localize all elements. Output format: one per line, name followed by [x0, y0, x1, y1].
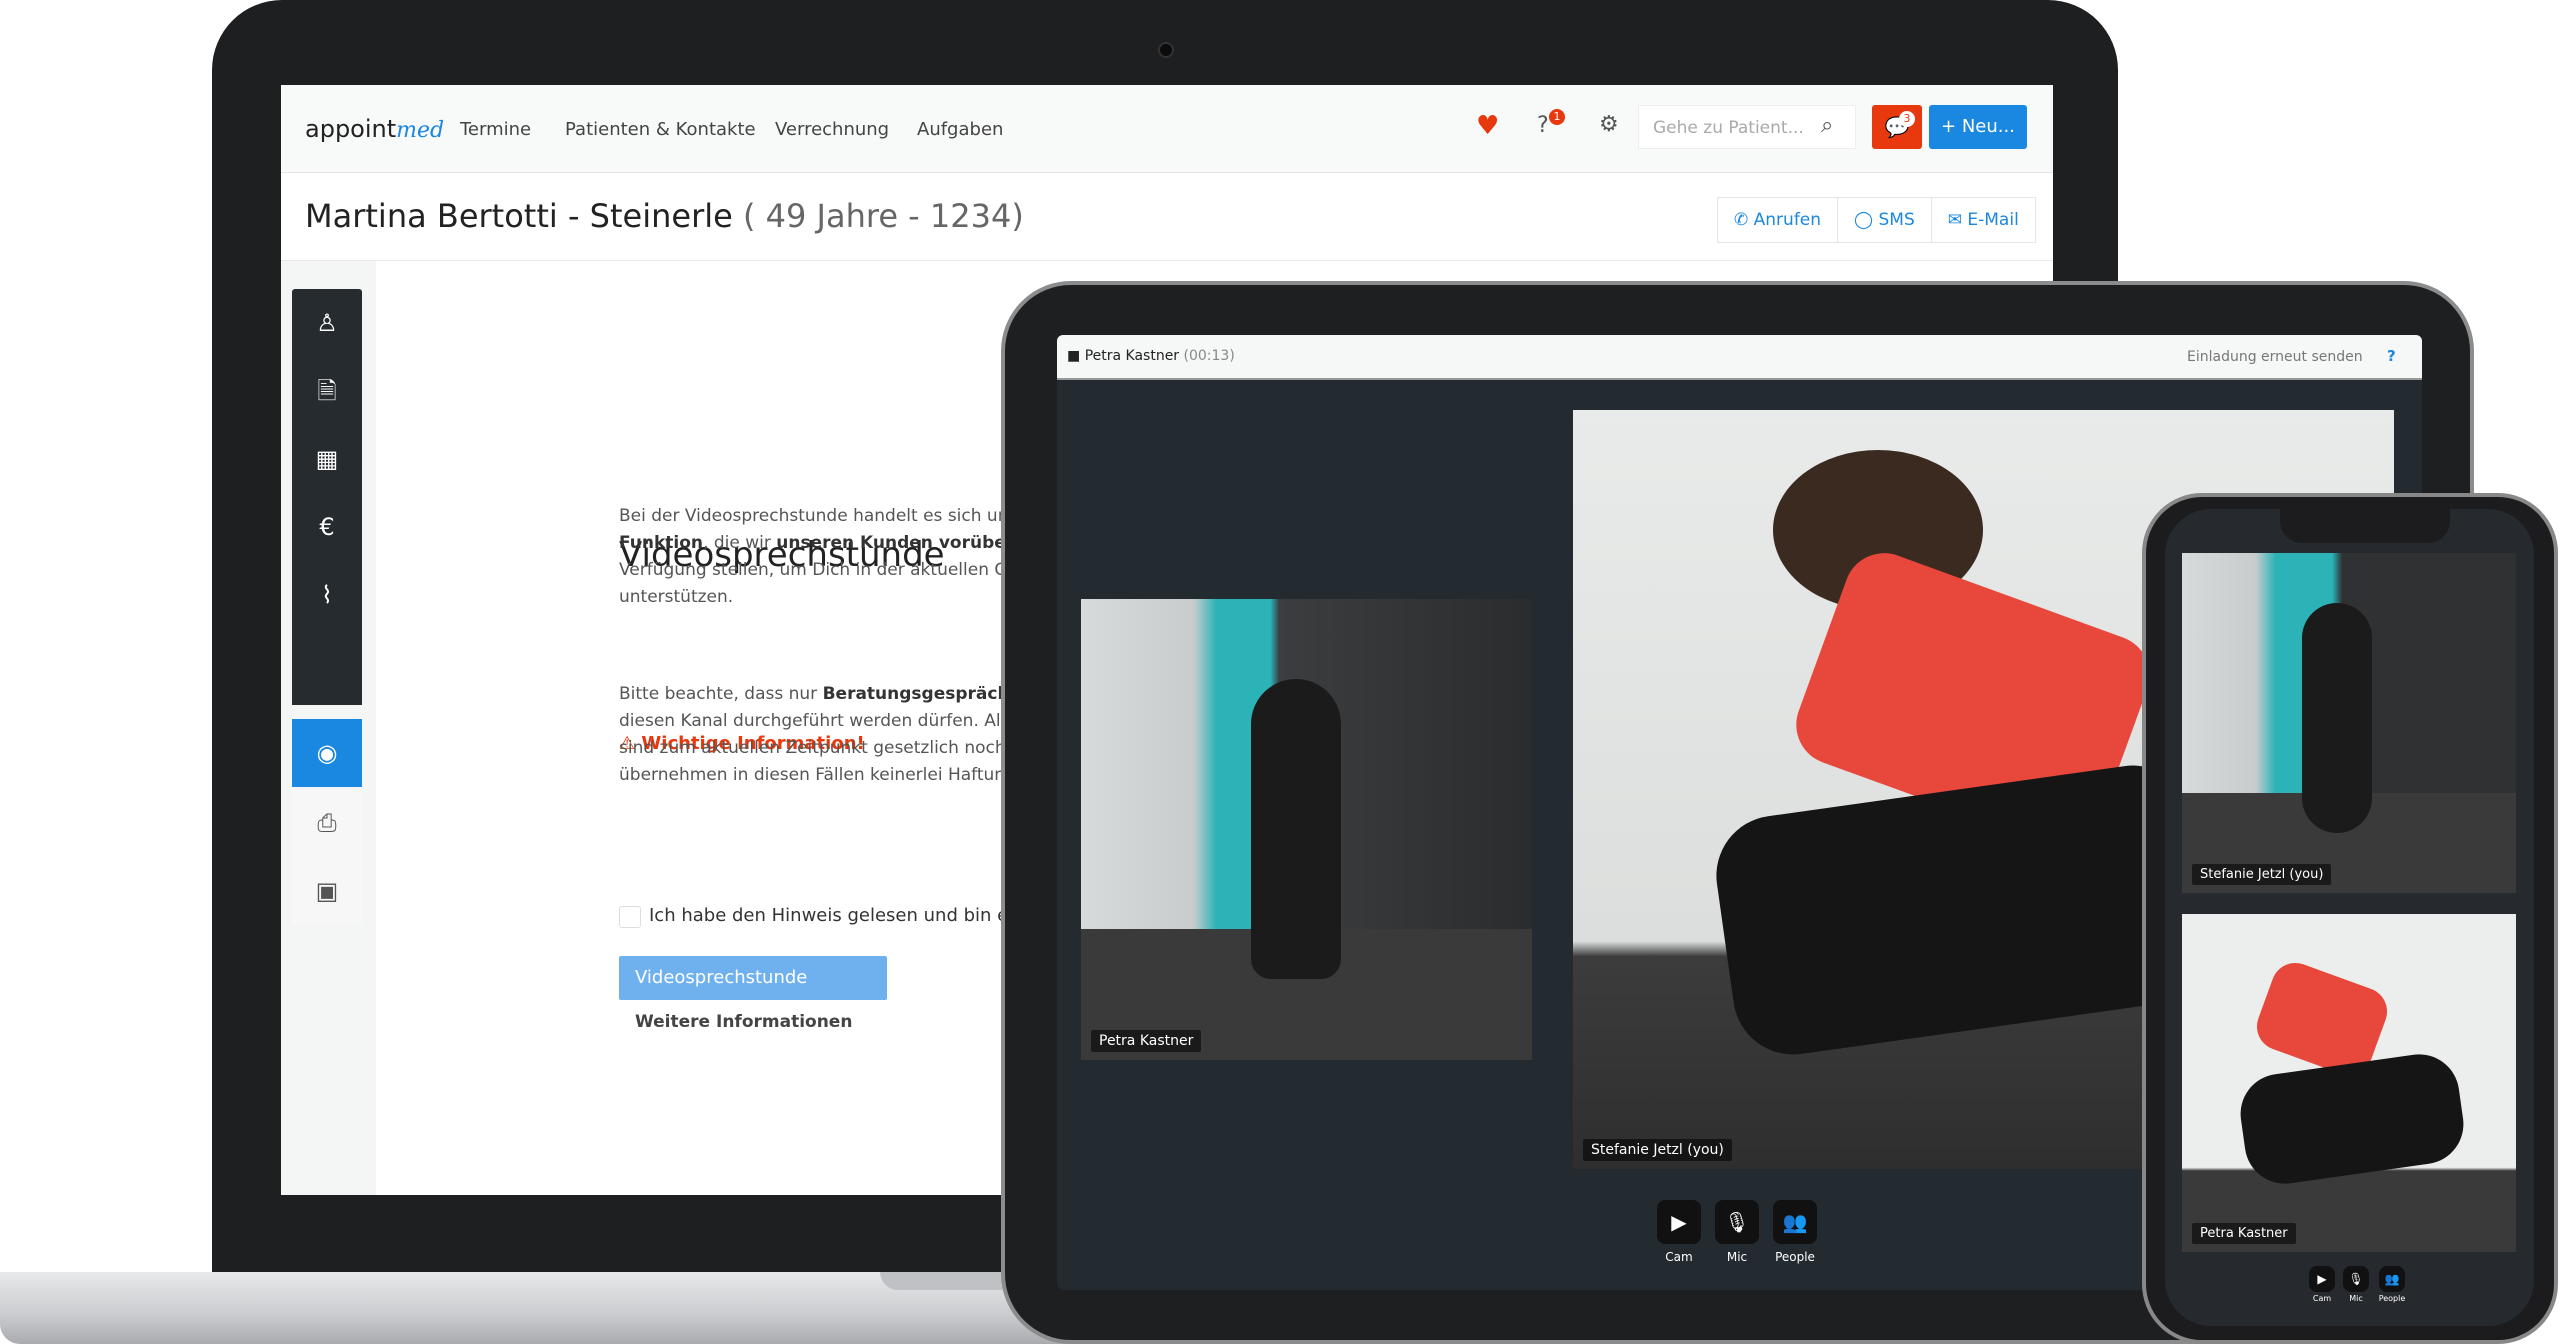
search-icon[interactable]: ⌕ — [1821, 113, 1833, 138]
call-header: ■ Petra Kastner (00:13) Einladung erneut… — [1057, 335, 2422, 380]
person-silhouette — [2302, 603, 2372, 833]
people-icon: 👥 — [1773, 1200, 1817, 1244]
patient-meta: ( 49 Jahre - 1234) — [742, 197, 1024, 235]
nav-termine[interactable]: Termine — [460, 119, 531, 140]
laptop-camera — [1158, 42, 1174, 58]
sms-label: SMS — [1878, 210, 1915, 230]
help-icon[interactable]: ? — [1537, 113, 1549, 138]
paperclip-icon[interactable]: ⌇ — [292, 561, 362, 629]
microphone-icon: 🎙 — [2343, 1266, 2369, 1292]
page-title: Martina Bertotti - Steinerle ( 49 Jahre … — [305, 197, 1024, 235]
notify-badge: 3 — [1899, 111, 1915, 127]
start-video-button[interactable]: Videosprechstunde starten... — [619, 956, 887, 1032]
email-label: E-Mail — [1967, 210, 2019, 230]
caller-name: Petra Kastner — [1084, 348, 1180, 364]
video-label: Petra Kastner — [1091, 1030, 1202, 1052]
mic-label: Mic — [2349, 1294, 2363, 1303]
mic-button[interactable]: 🎙 Mic — [1711, 1200, 1763, 1264]
logo[interactable]: appointmed — [305, 115, 444, 143]
gear-icon[interactable]: ⚙ — [1599, 112, 1619, 137]
resend-invite-link[interactable]: Einladung erneut senden — [2187, 349, 2363, 365]
document-icon[interactable]: 🗎 — [292, 357, 362, 425]
self-video-tile: Stefanie Jetzl (you) — [2182, 553, 2516, 893]
cam-label: Cam — [2312, 1294, 2332, 1303]
contact-actions: ✆ Anrufen ◯ SMS ✉ E-Mail — [1717, 197, 2036, 243]
microphone-icon: 🎙 — [1715, 1200, 1759, 1244]
call-duration: (00:13) — [1183, 348, 1235, 364]
nav-aufgaben[interactable]: Aufgaben — [917, 119, 1003, 140]
email-button[interactable]: ✉ E-Mail — [1932, 198, 2035, 242]
remote-video-tile: Petra Kastner — [2182, 914, 2516, 1252]
consent-checkbox[interactable] — [619, 906, 641, 928]
mic-button[interactable]: 🎙 Mic — [2341, 1266, 2371, 1303]
people-button[interactable]: 👥 People — [1769, 1200, 1821, 1264]
text: Bitte beachte, dass nur — [619, 684, 823, 704]
video-label: Petra Kastner — [2192, 1223, 2296, 1244]
webcam-icon[interactable]: ◉ — [292, 719, 362, 787]
patient-sidebar: ♙ 🗎 ▦ € ⌇ ◉ ⎙ ▣ — [292, 289, 362, 925]
help-button[interactable]: ? — [2387, 347, 2396, 365]
qr-code-icon[interactable]: ▣ — [292, 857, 362, 925]
consent-label[interactable]: Ich habe den Hinweis gelesen und bin ein… — [649, 905, 1054, 926]
nav-verrechnung[interactable]: Verrechnung — [775, 119, 889, 140]
video-camera-icon: ▶ — [2309, 1266, 2335, 1292]
logo-text: appoint — [305, 115, 397, 143]
calendar-icon[interactable]: ▦ — [292, 425, 362, 493]
top-nav: appointmed Termine Patienten & Kontakte … — [281, 85, 2053, 173]
person-silhouette — [1251, 679, 1341, 979]
heart-icon[interactable]: ♥ — [1476, 111, 1499, 141]
notifications-button[interactable]: 💬 — [1872, 105, 1922, 149]
remote-video-tile: Petra Kastner — [1081, 599, 1532, 1060]
people-button[interactable]: 👥 People — [2375, 1266, 2409, 1303]
new-button[interactable]: + Neu... — [1929, 105, 2027, 149]
video-label: Stefanie Jetzl (you) — [1583, 1139, 1732, 1161]
help-badge: 1 — [1549, 109, 1565, 125]
video-label: Stefanie Jetzl (you) — [2192, 864, 2332, 885]
legs — [2235, 1049, 2469, 1189]
mic-label: Mic — [1726, 1250, 1748, 1264]
cam-button[interactable]: ▶ Cam — [2307, 1266, 2337, 1303]
nav-patienten[interactable]: Patienten & Kontakte — [565, 119, 756, 140]
bold-text: Funktion — [619, 533, 704, 553]
phone-call-screen: Stefanie Jetzl (you) Petra Kastner ▶ Cam … — [2165, 509, 2534, 1326]
call-button[interactable]: ✆ Anrufen — [1718, 198, 1839, 242]
printer-icon[interactable]: ⎙ — [292, 789, 362, 857]
sms-button[interactable]: ◯ SMS — [1838, 198, 1932, 242]
text: , die wir — [703, 533, 777, 553]
euro-icon[interactable]: € — [292, 493, 362, 561]
patient-name: Martina Bertotti - Steinerle — [305, 197, 733, 235]
call-label: Anrufen — [1753, 210, 1822, 230]
user-icon[interactable]: ♙ — [292, 289, 362, 357]
logo-accent: med — [396, 118, 445, 143]
cam-button[interactable]: ▶ Cam — [1653, 1200, 1705, 1264]
video-camera-icon: ■ — [1067, 348, 1081, 364]
people-icon: 👥 — [2379, 1266, 2405, 1292]
people-label: People — [2378, 1294, 2406, 1303]
phone-notch — [2280, 509, 2450, 543]
call-info: ■ Petra Kastner (00:13) — [1067, 348, 1235, 364]
video-camera-icon: ▶ — [1657, 1200, 1701, 1244]
more-info-link[interactable]: Weitere Informationen — [635, 1012, 852, 1032]
people-label: People — [1775, 1250, 1815, 1264]
cam-label: Cam — [1665, 1250, 1693, 1264]
